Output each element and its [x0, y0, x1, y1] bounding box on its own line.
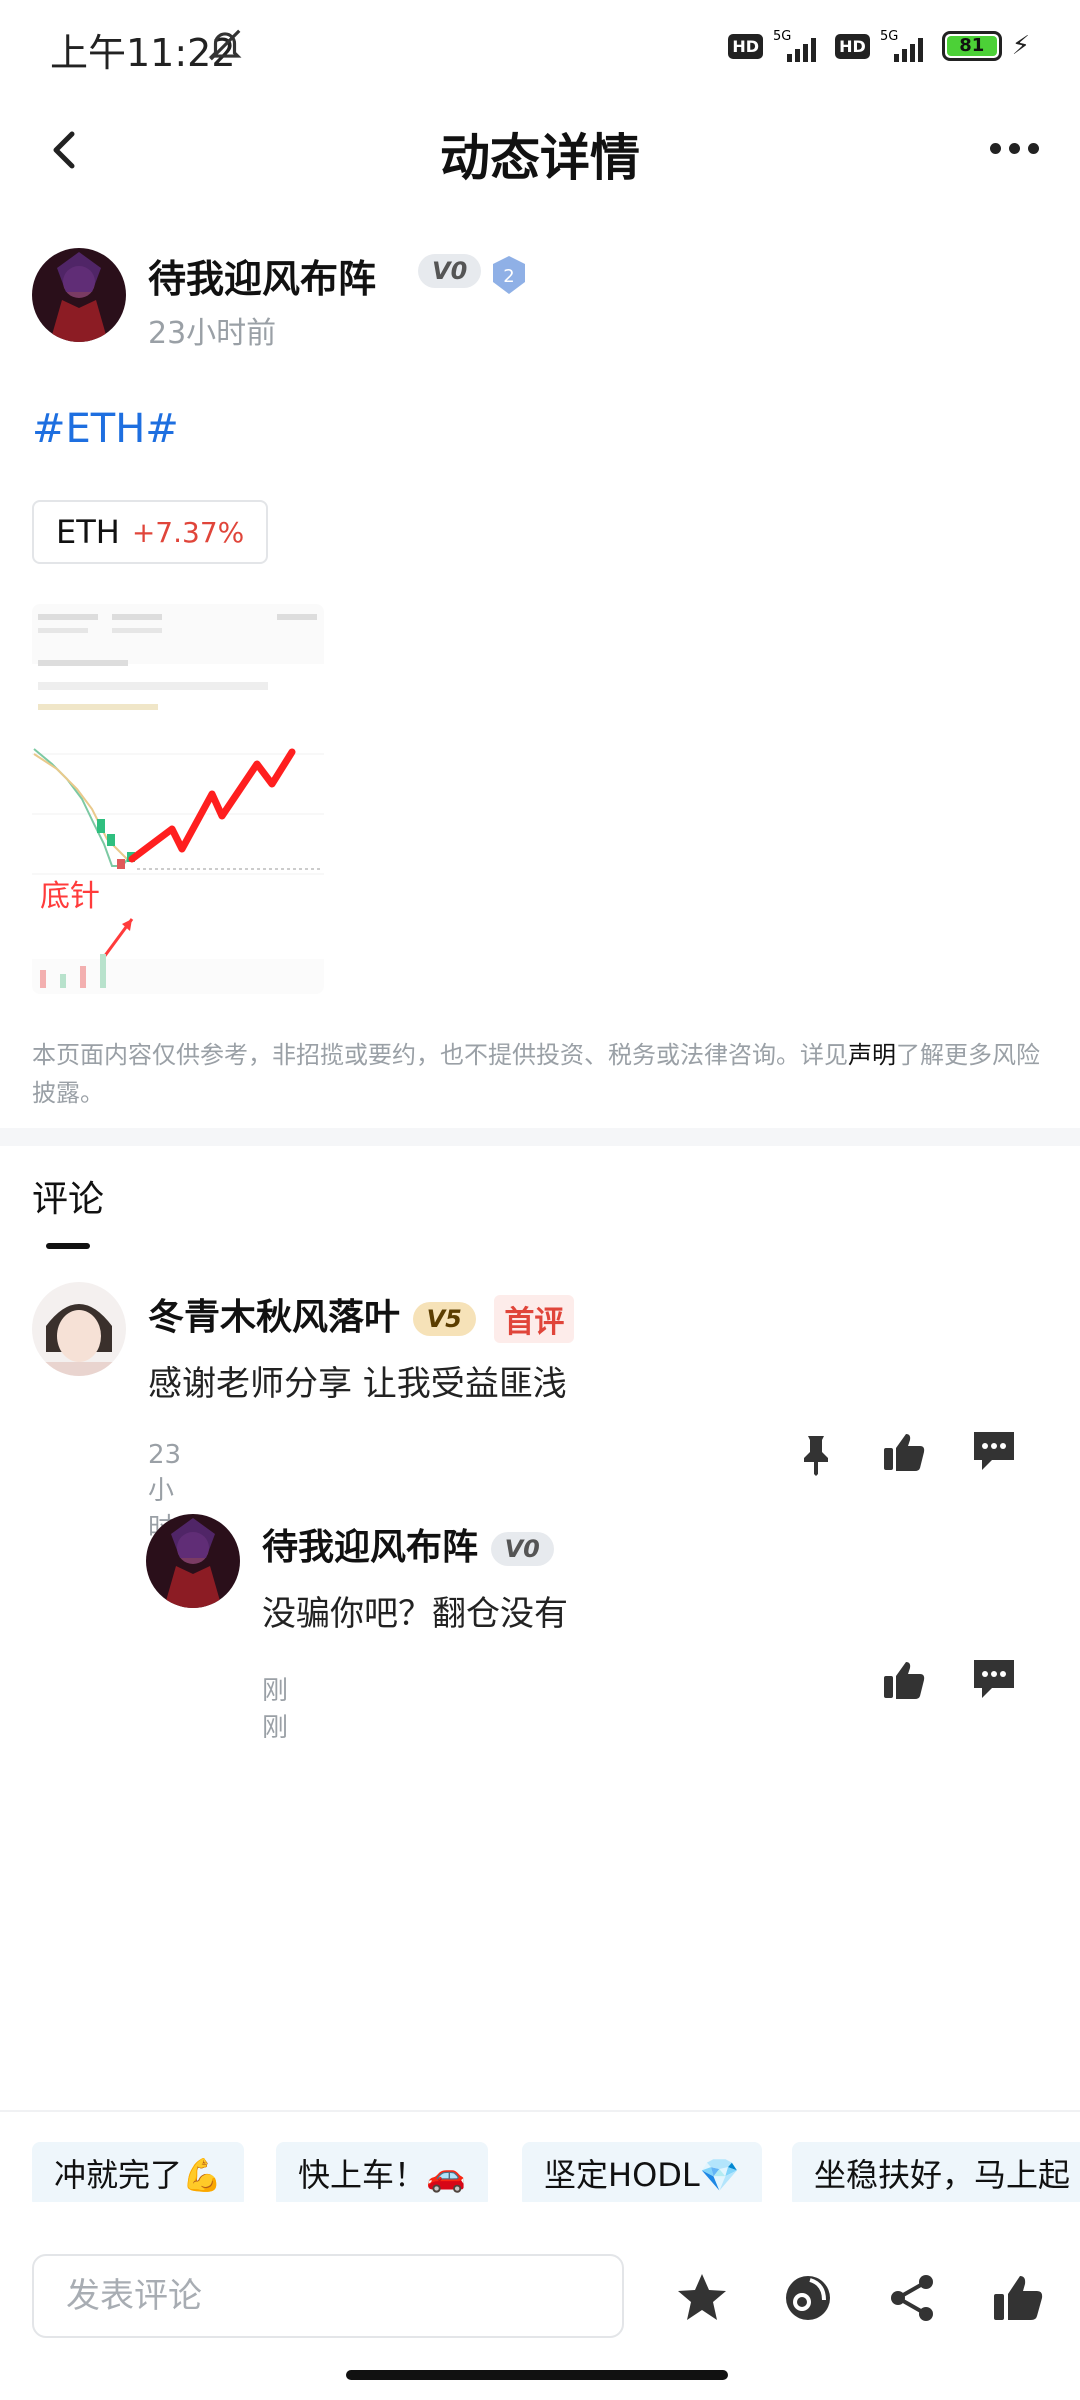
risk-disclaimer: 本页面内容仅供参考，非招揽或要约，也不提供投资、税务或法律咨询。详见声明了解更多…: [32, 1036, 1048, 1112]
favorite-star-icon[interactable]: [674, 2270, 730, 2326]
like-icon[interactable]: [880, 1428, 928, 1476]
hd-icon: HD: [728, 33, 764, 59]
quick-reply-chip[interactable]: 坚定HODL💎: [522, 2142, 762, 2202]
hashtag-link[interactable]: #ETH#: [32, 406, 179, 452]
shield-level: 2: [503, 266, 514, 287]
coin-name: ETH: [56, 513, 120, 551]
commenter-name-text[interactable]: 冬青木秋风落叶: [148, 1297, 400, 1338]
first-comment-badge: 首评: [494, 1295, 575, 1343]
share-icon[interactable]: [884, 2270, 940, 2326]
like-post-icon[interactable]: [990, 2270, 1046, 2326]
commenter-avatar[interactable]: [32, 1282, 126, 1376]
shield-badge-icon: 2: [493, 256, 525, 294]
coin-change: +7.37%: [131, 515, 245, 549]
status-icons: HD 5G HD 5G 81 ⚡: [728, 26, 1030, 66]
signal-icon: 5G: [773, 29, 817, 62]
level-badge: V0: [490, 1532, 554, 1566]
section-divider: [0, 1128, 1080, 1146]
post-chart-image[interactable]: 底针: [32, 604, 324, 994]
post-author: 待我迎风布阵 V0 2 23小时前: [32, 248, 1048, 351]
more-options-icon[interactable]: [984, 128, 1044, 168]
net-type-2: 5G: [880, 29, 898, 44]
like-icon[interactable]: [880, 1656, 928, 1704]
hd-icon-2: HD: [835, 33, 870, 59]
coin-tag[interactable]: ETH +7.37%: [32, 500, 269, 564]
comment-text: 感谢老师分享 让我受益匪浅: [148, 1364, 567, 1404]
reply-author-name-text[interactable]: 待我迎风布阵: [262, 1527, 478, 1568]
level-badge: V5: [412, 1302, 476, 1336]
net-type: 5G: [773, 29, 791, 44]
comment-input[interactable]: 发表评论: [32, 2254, 624, 2338]
page-title: 动态详情: [440, 129, 640, 187]
battery-icon: 81: [941, 31, 1002, 61]
post-time: 23小时前: [148, 316, 277, 351]
reply-icon[interactable]: [970, 1654, 1018, 1702]
quick-reply-chip[interactable]: 坐稳扶好，马上起: [792, 2142, 1080, 2202]
signal-icon-2: 5G: [880, 29, 923, 62]
level-badge: V0: [418, 254, 482, 288]
disclaimer-link[interactable]: 声明: [848, 1041, 896, 1069]
quick-reply-bar: 冲就完了💪 快上车！🚗 坚定HODL💎 坐稳扶好，马上起: [0, 2110, 1080, 2202]
commenter-name[interactable]: 冬青木秋风落叶 V5 首评: [148, 1288, 575, 1343]
disclaimer-text: 本页面内容仅供参考，非招揽或要约，也不提供投资、税务或法律咨询。详见: [32, 1041, 848, 1069]
reply-icon[interactable]: [970, 1426, 1018, 1474]
mute-bell-icon: [208, 29, 242, 61]
reply-avatar[interactable]: [146, 1514, 240, 1608]
quick-reply-chip[interactable]: 冲就完了💪: [32, 2142, 244, 2202]
chart-overlay-label: 底针: [40, 879, 100, 914]
battery-level: 81: [946, 36, 997, 56]
reply-author-name[interactable]: 待我迎风布阵 V0: [262, 1518, 554, 1570]
author-name[interactable]: 待我迎风布阵: [148, 248, 376, 303]
reply-text: 没骗你吧？翻仓没有: [262, 1594, 568, 1634]
top-nav: 动态详情: [0, 92, 1080, 208]
quick-reply-chip[interactable]: 快上车！🚗: [276, 2142, 488, 2202]
pin-icon[interactable]: [792, 1430, 840, 1478]
home-indicator: [346, 2370, 728, 2380]
author-avatar[interactable]: [32, 248, 126, 342]
charging-icon: ⚡: [1011, 31, 1030, 61]
tab-comments[interactable]: 评论: [32, 1170, 104, 1222]
tab-underline: [46, 1243, 90, 1249]
status-bar: 上午11:22 HD 5G HD 5G 81 ⚡: [0, 0, 1080, 92]
repost-icon[interactable]: [780, 2270, 836, 2326]
reply-time: 刚刚: [262, 1676, 289, 1743]
